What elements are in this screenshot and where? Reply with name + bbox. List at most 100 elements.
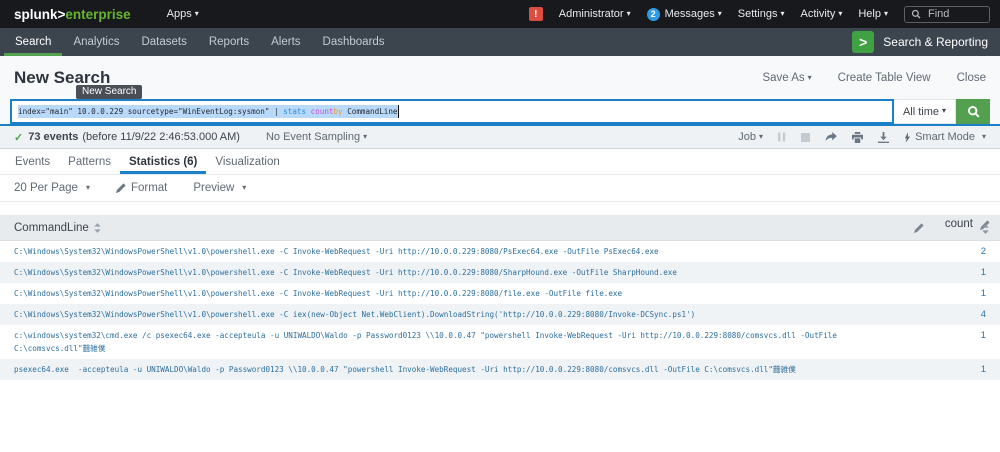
app-name: Search & Reporting [883,35,988,49]
activity-menu[interactable]: Activity▾ [801,8,843,20]
commandline-cell[interactable]: C:\Windows\System32\WindowsPowerShell\v1… [14,308,864,321]
tab-events[interactable]: Events [6,149,59,174]
nav-item-dashboards[interactable]: Dashboards [312,28,396,56]
query-keyword-by: by [333,105,342,118]
chevron-down-icon: ▾ [808,73,812,82]
splunk-search-page: splunk>enterprise Apps▾ ! Administrator▾… [0,0,1000,380]
job-status-bar: ✓ 73 events (before 11/9/22 2:46:53.000 … [0,126,1000,149]
events-count[interactable]: 73 events [28,131,78,143]
tab-visualization[interactable]: Visualization [206,149,288,174]
logo-splunk-text: splunk> [14,7,65,22]
chevron-down-icon: ▾ [86,183,90,192]
sort-icon[interactable] [982,224,989,237]
table-row: C:\Windows\System32\WindowsPowerShell\v1… [0,283,1000,304]
chevron-down-icon: ▾ [363,132,367,141]
bolt-icon [904,132,911,143]
commandline-cell[interactable]: C:\Windows\System32\WindowsPowerShell\v1… [14,266,864,279]
search-button[interactable] [956,99,990,124]
search-section: New Search Save As▾ Create Table View Cl… [0,56,1000,124]
sort-icon[interactable] [94,223,101,233]
time-range-label: All time [903,106,939,118]
table-row: C:\Windows\System32\WindowsPowerShell\v1… [0,262,1000,283]
count-cell[interactable]: 1 [936,287,986,300]
chevron-down-icon: ▾ [942,106,946,115]
chevron-down-icon: ▾ [884,9,888,18]
user-menu[interactable]: Administrator▾ [559,8,631,20]
close-button[interactable]: Close [957,72,986,84]
app-icon: > [852,31,874,53]
query-field: CommandLine [343,105,398,118]
table-row: psexec64.exe -accepteula -u UNIWALDO\Wal… [0,359,1000,380]
splunk-logo[interactable]: splunk>enterprise [14,7,131,22]
chevron-down-icon: ▾ [718,9,722,18]
count-cell[interactable]: 4 [936,308,986,321]
find-input[interactable] [926,7,983,21]
create-table-view-button[interactable]: Create Table View [838,72,931,84]
count-cell[interactable]: 1 [936,363,986,376]
time-range-picker[interactable]: All time▾ [894,99,956,124]
job-done-check-icon: ✓ [14,131,23,144]
column-header-commandline[interactable]: CommandLine [14,222,101,234]
table-row: C:\Windows\System32\WindowsPowerShell\v1… [0,241,1000,262]
pencil-icon[interactable] [914,223,924,236]
tab-statistics[interactable]: Statistics (6) [120,149,206,174]
search-tooltip: New Search [76,85,142,99]
commandline-cell[interactable]: C:\Windows\System32\WindowsPowerShell\v1… [14,245,864,258]
commandline-cell[interactable]: psexec64.exe -accepteula -u UNIWALDO\Wal… [14,363,864,376]
tab-patterns[interactable]: Patterns [59,149,120,174]
settings-menu[interactable]: Settings▾ [738,8,785,20]
chevron-down-icon: ▾ [195,9,199,18]
nav-item-alerts[interactable]: Alerts [260,28,311,56]
per-page-menu[interactable]: 20 Per Page▾ [14,182,90,194]
user-menu-label: Administrator [559,8,624,20]
nav-item-search[interactable]: Search [4,28,62,56]
topbar: splunk>enterprise Apps▾ ! Administrator▾… [0,0,1000,28]
find-search[interactable] [904,6,990,23]
license-alert-badge[interactable]: ! [529,7,543,21]
share-button[interactable] [825,132,837,142]
print-button[interactable] [852,132,863,143]
export-button[interactable] [878,132,889,143]
page-actions: Save As▾ Create Table View Close [762,72,986,84]
search-icon [911,9,921,19]
help-menu[interactable]: Help▾ [858,8,888,20]
column-header-count[interactable]: count [945,218,973,230]
smart-mode-menu[interactable]: Smart Mode▾ [904,131,986,143]
events-time-detail: (before 11/9/22 2:46:53.000 AM) [82,131,240,143]
results-toolbar: 20 Per Page▾ Format Preview▾ [0,175,1000,202]
app-navbar: Search Analytics Datasets Reports Alerts… [0,28,1000,56]
search-icon [967,105,980,118]
save-as-button[interactable]: Save As▾ [762,72,811,84]
query-keyword-count: count [311,105,334,118]
nav-item-datasets[interactable]: Datasets [130,28,197,56]
app-identity[interactable]: > Search & Reporting [852,31,1000,53]
event-sampling-menu[interactable]: No Event Sampling▾ [266,131,367,143]
preview-menu[interactable]: Preview▾ [193,182,246,194]
nav-item-analytics[interactable]: Analytics [62,28,130,56]
format-menu[interactable]: Format [116,182,167,194]
table-row: C:\Windows\System32\WindowsPowerShell\v1… [0,304,1000,325]
count-cell[interactable]: 1 [936,329,986,342]
chevron-down-icon: ▾ [627,9,631,18]
query-text: index="main" 10.0.0.229 sourcetype="WinE… [18,105,283,118]
count-cell[interactable]: 1 [936,266,986,279]
chevron-down-icon: ▾ [780,9,784,18]
text-cursor [398,105,399,118]
settings-menu-label: Settings [738,8,778,20]
apps-menu[interactable]: Apps▾ [167,8,199,20]
logo-enterprise-text: enterprise [65,7,130,22]
nav-item-reports[interactable]: Reports [198,28,260,56]
table-row: c:\windows\system32\cmd.exe /c psexec64.… [0,325,1000,359]
chevron-down-icon: ▾ [759,132,763,141]
chevron-down-icon: ▾ [242,183,246,192]
messages-menu[interactable]: 2 Messages▾ [647,8,722,21]
statistics-table: CommandLine count C:\Windows\System32\Wi… [0,215,1000,380]
count-cell[interactable]: 2 [936,245,986,258]
commandline-cell[interactable]: c:\windows\system32\cmd.exe /c psexec64.… [14,329,864,355]
messages-count-badge: 2 [647,8,660,21]
job-menu[interactable]: Job▾ [738,131,763,143]
search-query-input[interactable]: index="main" 10.0.0.229 sourcetype="WinE… [10,99,894,124]
commandline-cell[interactable]: C:\Windows\System32\WindowsPowerShell\v1… [14,287,864,300]
chevron-down-icon: ▾ [982,132,986,141]
apps-menu-label: Apps [167,8,192,20]
